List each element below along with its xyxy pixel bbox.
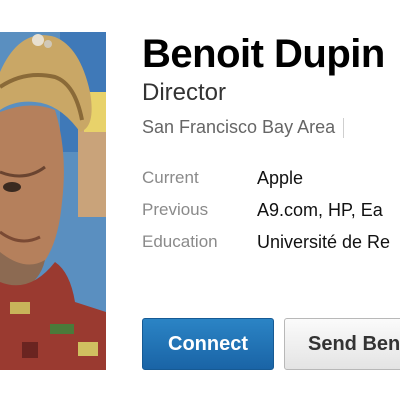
profile-location[interactable]: San Francisco Bay Area bbox=[142, 117, 335, 137]
detail-label: Current bbox=[142, 168, 199, 187]
detail-label: Education bbox=[142, 232, 218, 251]
connect-button[interactable]: Connect bbox=[142, 318, 274, 370]
profile-details: Current Apple Previous A9.com, HP, Ea Ed… bbox=[142, 162, 400, 258]
location-row: San Francisco Bay Area bbox=[142, 115, 345, 139]
profile-headline: Director bbox=[142, 79, 227, 106]
profile-card: Benoit Dupin Director San Francisco Bay … bbox=[0, 0, 400, 400]
divider bbox=[343, 118, 345, 139]
detail-row-education: Education Université de Re bbox=[142, 226, 400, 258]
previous-companies-link[interactable]: A9.com, HP, Ea bbox=[257, 200, 383, 221]
education-link[interactable]: Université de Re bbox=[257, 232, 390, 253]
current-company-link[interactable]: Apple bbox=[257, 168, 303, 189]
detail-label: Previous bbox=[142, 200, 209, 219]
profile-actions: Connect Send Ben bbox=[142, 318, 400, 370]
profile-photo[interactable] bbox=[0, 32, 106, 370]
detail-row-previous: Previous A9.com, HP, Ea bbox=[142, 194, 400, 226]
profile-name: Benoit Dupin bbox=[142, 32, 385, 76]
send-message-button[interactable]: Send Ben bbox=[284, 318, 400, 370]
detail-row-current: Current Apple bbox=[142, 162, 400, 194]
